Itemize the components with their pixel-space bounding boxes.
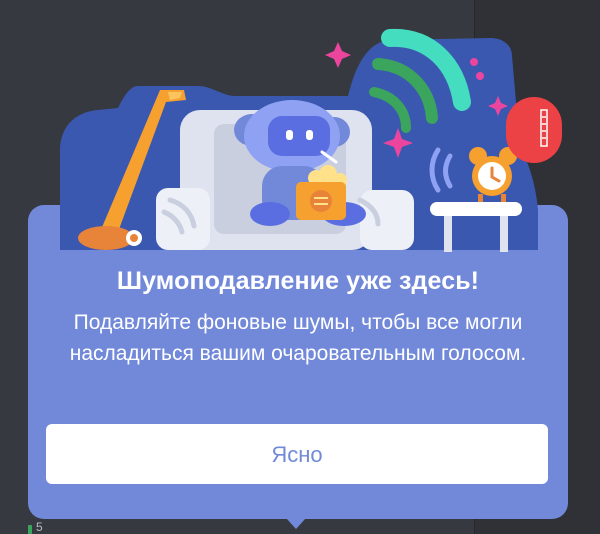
noise-suppression-popup: Шумоподавление уже здесь! Подавляйте фон… [0, 0, 600, 534]
popup-description: Подавляйте фоновые шумы, чтобы все могли… [69, 311, 527, 365]
popup-title: Шумоподавление уже здесь! [116, 267, 480, 295]
sparkle-icon [470, 58, 478, 66]
sparkle-icon [476, 72, 484, 80]
sparkle-icon [325, 42, 351, 68]
popup-pointer [286, 518, 306, 529]
notification-badge-icon[interactable] [506, 97, 562, 163]
got-it-button[interactable]: Ясно [46, 424, 548, 484]
